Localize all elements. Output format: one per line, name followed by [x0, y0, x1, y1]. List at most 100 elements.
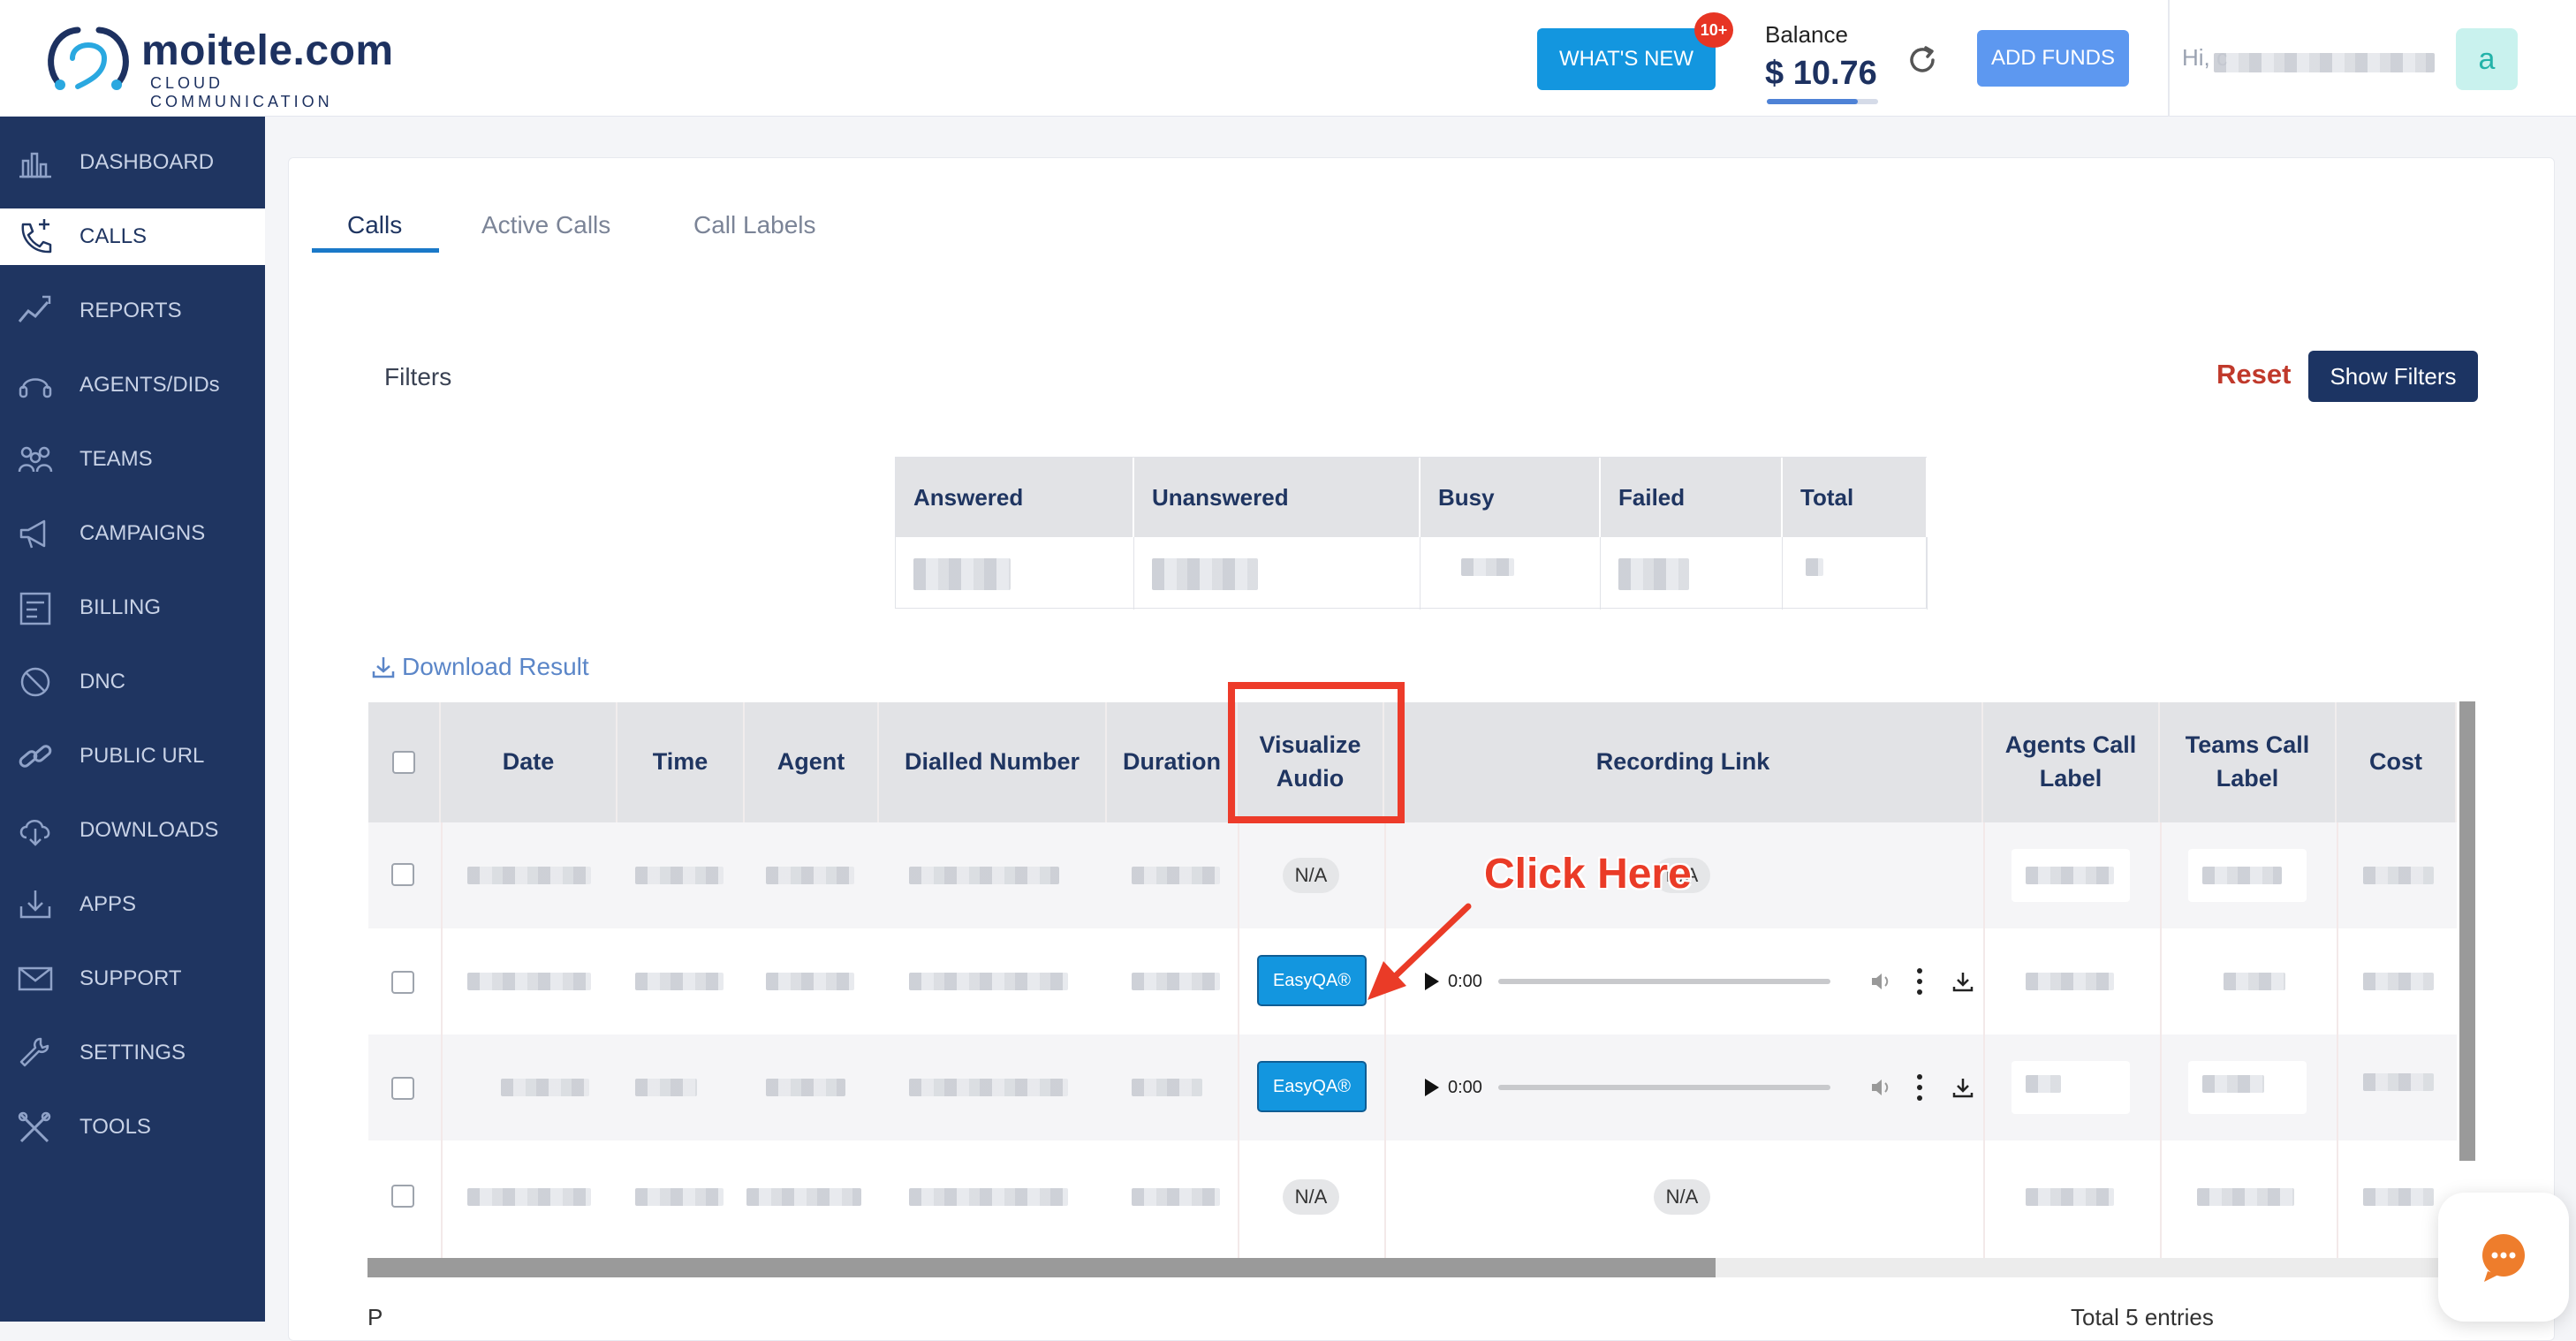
- tab-active-calls[interactable]: Active Calls: [481, 211, 610, 239]
- column-header-teams-call-label[interactable]: Teams Call Label: [2160, 702, 2337, 822]
- table-row: EasyQA® 0:00: [368, 1034, 2457, 1140]
- reset-button[interactable]: Reset: [2211, 358, 2296, 391]
- moitele-logo[interactable]: moitele.com CLOUD COMMUNICATION: [42, 23, 413, 110]
- download-result-label: Download Result: [402, 653, 589, 680]
- redacted-label: [2026, 867, 2114, 884]
- total-entries-label: Total 5 entries: [2071, 1304, 2214, 1330]
- sidebar-item-label: SETTINGS: [80, 1041, 186, 1064]
- sidebar-item-reports[interactable]: REPORTS: [0, 283, 265, 339]
- row-checkbox[interactable]: [391, 1077, 414, 1100]
- agents-call-label-cell[interactable]: [2012, 1061, 2130, 1114]
- sidebar-item-label: REPORTS: [80, 299, 182, 322]
- column-header-date[interactable]: Date: [441, 702, 617, 822]
- sidebar-item-dashboard[interactable]: DASHBOARD: [0, 134, 265, 191]
- row-checkbox[interactable]: [391, 863, 414, 886]
- header-select-all: [368, 702, 441, 822]
- avatar[interactable]: a: [2456, 28, 2518, 90]
- redacted-agent: [746, 1188, 861, 1206]
- annotation-arrow-icon: [1368, 903, 1472, 1000]
- row-checkbox[interactable]: [391, 1185, 414, 1208]
- more-options-icon[interactable]: [1915, 968, 1924, 995]
- active-tab-indicator: [312, 248, 439, 253]
- show-filters-button[interactable]: Show Filters: [2308, 351, 2478, 402]
- redacted-label: [2197, 1188, 2294, 1206]
- visualize-na: N/A: [1283, 858, 1339, 893]
- sidebar-item-public-url[interactable]: PUBLIC URL: [0, 728, 265, 784]
- chat-widget-button[interactable]: [2438, 1193, 2569, 1322]
- redacted-number: [909, 1079, 1068, 1096]
- logo-icon: [48, 27, 129, 90]
- headset-icon: [19, 378, 52, 398]
- redacted-number: [909, 1188, 1068, 1206]
- teams-call-label-cell[interactable]: [2188, 849, 2307, 902]
- column-header-duration[interactable]: Duration: [1107, 702, 1238, 822]
- whats-new-badge: 10+: [1694, 12, 1733, 48]
- sidebar-item-tools[interactable]: TOOLS: [0, 1099, 265, 1155]
- top-header: moitele.com CLOUD COMMUNICATION WHAT'S N…: [0, 0, 2576, 117]
- redacted-label: [2224, 973, 2285, 990]
- tab-calls[interactable]: Calls: [347, 211, 402, 239]
- redacted-value: [1461, 558, 1514, 576]
- select-all-checkbox[interactable]: [392, 751, 415, 774]
- sidebar-item-label: BILLING: [80, 595, 162, 619]
- more-options-icon[interactable]: [1915, 1074, 1924, 1101]
- sidebar-item-campaigns[interactable]: CAMPAIGNS: [0, 505, 265, 562]
- player-progress-track[interactable]: [1497, 1085, 1830, 1090]
- tab-call-labels[interactable]: Call Labels: [693, 211, 816, 239]
- volume-icon[interactable]: [1869, 1076, 1892, 1099]
- block-icon: [20, 667, 50, 697]
- redacted-date: [467, 973, 591, 990]
- sidebar-item-support[interactable]: SUPPORT: [0, 951, 265, 1007]
- sidebar-item-downloads[interactable]: DOWNLOADS: [0, 802, 265, 859]
- agents-call-label-cell[interactable]: [2012, 1171, 2130, 1224]
- redacted-agent: [766, 1079, 845, 1096]
- summary-header-busy: Busy: [1421, 458, 1601, 537]
- column-header-agents-call-label[interactable]: Agents Call Label: [1983, 702, 2160, 822]
- column-header-agent[interactable]: Agent: [745, 702, 879, 822]
- redacted-agent: [766, 973, 854, 990]
- sidebar-item-teams[interactable]: TEAMS: [0, 431, 265, 488]
- sidebar-item-settings[interactable]: SETTINGS: [0, 1025, 265, 1081]
- sidebar-item-agents[interactable]: AGENTS/DIDs: [0, 357, 265, 413]
- easyqa-button[interactable]: EasyQA®: [1257, 1061, 1367, 1112]
- teams-call-label-cell[interactable]: [2188, 955, 2307, 1008]
- teams-call-label-cell[interactable]: [2188, 1061, 2307, 1114]
- sidebar-item-billing[interactable]: BILLING: [0, 580, 265, 636]
- teams-call-label-cell[interactable]: [2188, 1171, 2307, 1224]
- table-vertical-scrollbar[interactable]: [2459, 701, 2475, 1161]
- easyqa-button[interactable]: EasyQA®: [1257, 955, 1367, 1006]
- sidebar-item-apps[interactable]: APPS: [0, 876, 265, 933]
- column-header-time[interactable]: Time: [617, 702, 745, 822]
- sidebar-item-calls[interactable]: CALLS: [0, 208, 265, 265]
- whats-new-button[interactable]: WHAT'S NEW: [1537, 28, 1716, 90]
- column-separator: [1384, 822, 1386, 1269]
- user-name-redacted: [2214, 53, 2435, 72]
- audio-player[interactable]: 0:00: [1425, 1070, 1975, 1105]
- column-header-recording-link[interactable]: Recording Link: [1384, 702, 1983, 822]
- audio-player[interactable]: 0:00: [1425, 964, 1975, 999]
- refresh-icon[interactable]: [1905, 42, 1940, 78]
- player-progress-track[interactable]: [1497, 979, 1830, 984]
- table-horizontal-scrollbar-thumb[interactable]: [367, 1258, 1716, 1277]
- agents-call-label-cell[interactable]: [2012, 849, 2130, 902]
- add-funds-button[interactable]: ADD FUNDS: [1977, 30, 2129, 87]
- agents-call-label-cell[interactable]: [2012, 955, 2130, 1008]
- balance-label: Balance: [1765, 21, 1848, 48]
- download-icon[interactable]: [1951, 1075, 1975, 1100]
- row-checkbox[interactable]: [391, 971, 414, 994]
- download-result-link[interactable]: Download Result: [370, 653, 589, 681]
- volume-icon[interactable]: [1869, 970, 1892, 993]
- download-icon[interactable]: [1951, 969, 1975, 994]
- column-header-cost[interactable]: Cost: [2337, 702, 2457, 822]
- redacted-duration: [1132, 973, 1220, 990]
- calls-card: Calls Active Calls Call Labels Filters R…: [288, 157, 2555, 1341]
- redacted-time: [635, 1188, 724, 1206]
- logo-subtitle: CLOUD COMMUNICATION: [150, 74, 333, 110]
- summary-header-failed: Failed: [1601, 458, 1783, 537]
- link-icon: [19, 745, 52, 768]
- play-icon[interactable]: [1425, 1079, 1439, 1096]
- rows-per-page-label: P: [367, 1304, 383, 1330]
- sidebar-item-dnc[interactable]: DNC: [0, 654, 265, 710]
- column-header-dialled-number[interactable]: Dialled Number: [879, 702, 1107, 822]
- redacted-cost: [2363, 1073, 2434, 1091]
